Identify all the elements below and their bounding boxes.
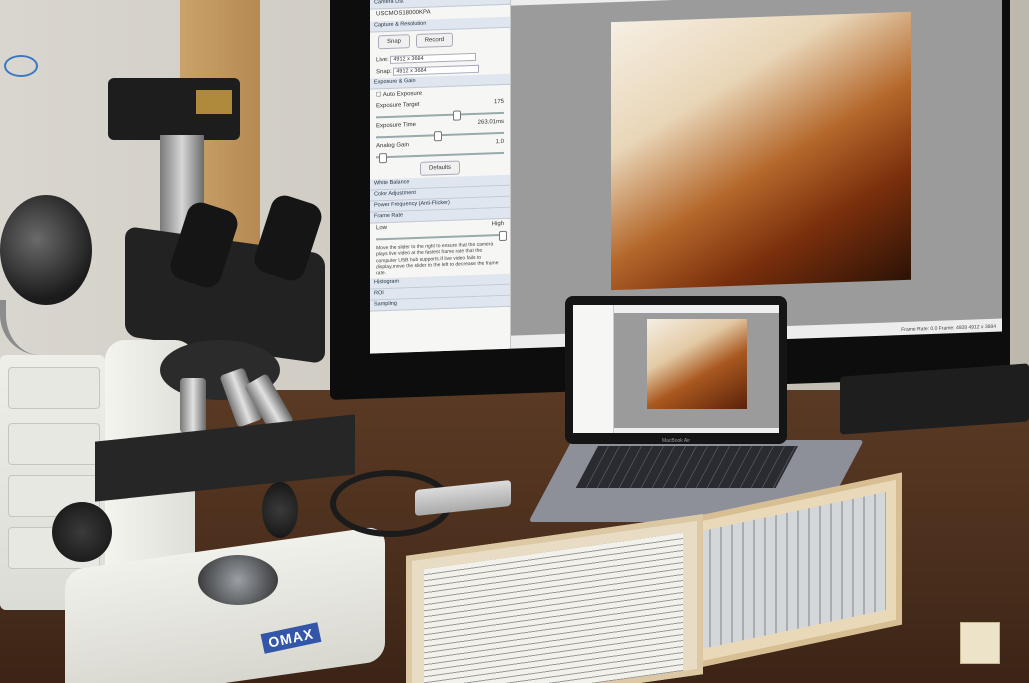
drive-bay bbox=[8, 367, 100, 409]
slide-index-sheet bbox=[424, 532, 683, 683]
exposure-time-label: Exposure Time bbox=[376, 121, 417, 130]
camera-control-panel: Camera List USCMOS18000KPA Capture & Res… bbox=[370, 0, 511, 354]
laptop-image-viewer bbox=[614, 313, 779, 428]
analog-gain-value: 1.0 bbox=[495, 138, 504, 146]
stage-knob bbox=[262, 482, 298, 538]
live-label: Live: bbox=[376, 56, 389, 64]
live-image-viewer[interactable] bbox=[511, 0, 1002, 336]
frame-rate-low-label: Low bbox=[376, 225, 388, 232]
globe bbox=[0, 195, 92, 305]
laptop-display bbox=[573, 305, 779, 433]
snap-resolution-label: Snap: bbox=[376, 68, 392, 76]
live-resolution-select[interactable]: 4912 x 3684 bbox=[390, 52, 477, 64]
status-bar: Frame Rate: 0.0 Frame: 4928 4912 x 3684 bbox=[901, 323, 996, 334]
exposure-time-value: 263.01ms bbox=[477, 118, 504, 126]
auto-exposure-label: Auto Exposure bbox=[382, 90, 423, 99]
insect-specimen-image bbox=[611, 11, 911, 291]
microscope-camera bbox=[108, 78, 240, 140]
analog-gain-label: Analog Gain bbox=[376, 142, 410, 150]
defaults-button[interactable]: Defaults bbox=[419, 160, 460, 176]
laptop-brand: MacBook Air bbox=[661, 438, 691, 444]
auto-exposure-checkbox[interactable]: ☐ bbox=[376, 92, 381, 98]
laptop-specimen-image bbox=[647, 319, 747, 409]
exposure-target-label: Exposure Target bbox=[376, 101, 420, 110]
camera-label-plate bbox=[196, 90, 232, 114]
frame-rate-description: Move the slider to the right to ensure t… bbox=[376, 241, 499, 277]
power-outlet bbox=[960, 622, 1000, 664]
laptop: MacBook Air bbox=[565, 296, 787, 444]
snap-resolution-select[interactable]: 4912 x 3684 bbox=[393, 64, 480, 76]
photo-scene: Camera List USCMOS18000KPA Capture & Res… bbox=[0, 0, 1029, 683]
illuminator bbox=[198, 555, 278, 605]
focus-knob bbox=[52, 502, 112, 562]
wall-sticker bbox=[4, 55, 38, 77]
snap-button[interactable]: Snap bbox=[378, 34, 411, 50]
record-button[interactable]: Record bbox=[415, 32, 454, 49]
laptop-camera-panel bbox=[573, 305, 614, 433]
objective-lens bbox=[180, 378, 206, 433]
laptop-keyboard bbox=[575, 446, 798, 488]
frame-rate-high-label: High bbox=[491, 220, 504, 228]
drive-bay bbox=[8, 423, 100, 465]
exposure-target-value: 175 bbox=[493, 98, 504, 106]
